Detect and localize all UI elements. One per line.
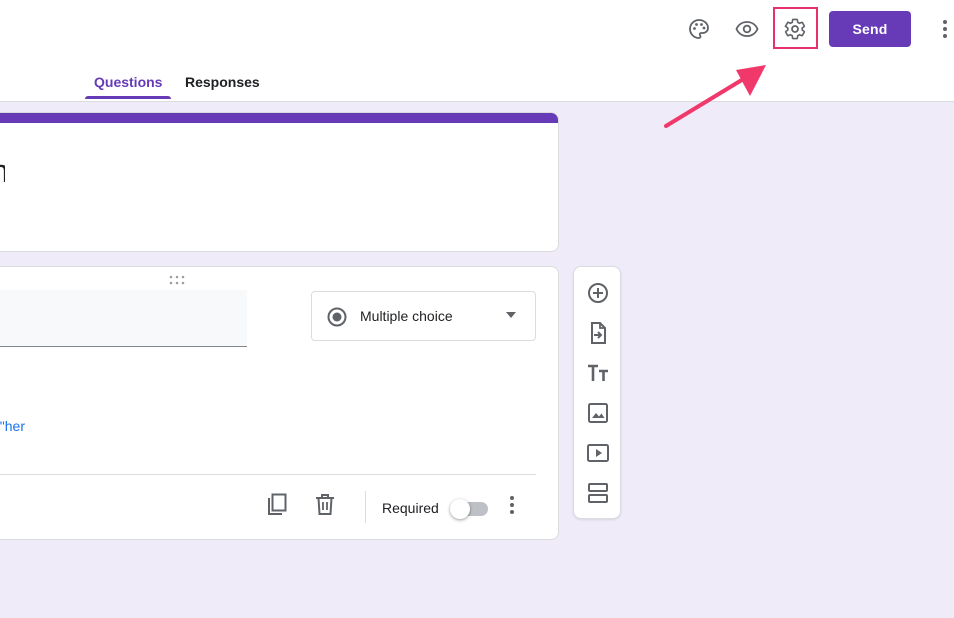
active-tab-indicator bbox=[85, 96, 171, 99]
footer-separator bbox=[365, 491, 366, 523]
palette-icon bbox=[689, 19, 709, 39]
toggle-thumb bbox=[450, 499, 470, 519]
import-questions-icon[interactable] bbox=[586, 321, 610, 345]
tab-responses[interactable]: Responses bbox=[185, 74, 260, 100]
more-vert-icon bbox=[943, 20, 947, 38]
form-title-card[interactable]: n bbox=[0, 112, 559, 252]
add-title-icon[interactable] bbox=[586, 361, 610, 385]
send-button[interactable]: Send bbox=[829, 11, 911, 47]
more-vert-icon[interactable] bbox=[501, 493, 523, 517]
drag-handle-icon[interactable] bbox=[169, 275, 185, 285]
preview-button[interactable] bbox=[727, 9, 767, 49]
more-options-button[interactable] bbox=[925, 9, 954, 49]
customize-theme-button[interactable] bbox=[679, 9, 719, 49]
question-type-label: Multiple choice bbox=[360, 308, 453, 324]
duplicate-icon[interactable] bbox=[266, 493, 288, 517]
trash-icon[interactable] bbox=[314, 493, 336, 517]
question-type-dropdown[interactable]: Multiple choice bbox=[311, 291, 536, 341]
top-app-bar: Send Questions Responses bbox=[0, 0, 954, 102]
required-toggle[interactable] bbox=[450, 498, 490, 519]
settings-highlight-box bbox=[773, 7, 818, 49]
card-footer-divider bbox=[0, 474, 536, 475]
eye-icon bbox=[735, 21, 759, 37]
required-label: Required bbox=[382, 500, 439, 516]
add-section-icon[interactable] bbox=[586, 481, 610, 505]
add-image-icon[interactable] bbox=[586, 401, 610, 425]
question-card[interactable]: Multiple choice her" Required bbox=[0, 266, 559, 540]
question-title-input[interactable] bbox=[0, 290, 247, 347]
title-card-accent bbox=[0, 113, 558, 123]
pointer-arrow-annotation bbox=[664, 65, 766, 128]
floating-toolbar bbox=[573, 266, 621, 519]
chevron-down-icon bbox=[506, 312, 516, 318]
form-title[interactable]: n bbox=[0, 153, 5, 190]
add-question-icon[interactable] bbox=[586, 281, 610, 305]
radio-button-icon bbox=[327, 307, 347, 327]
add-other-link[interactable]: her" bbox=[0, 418, 25, 434]
add-video-icon[interactable] bbox=[586, 441, 610, 465]
